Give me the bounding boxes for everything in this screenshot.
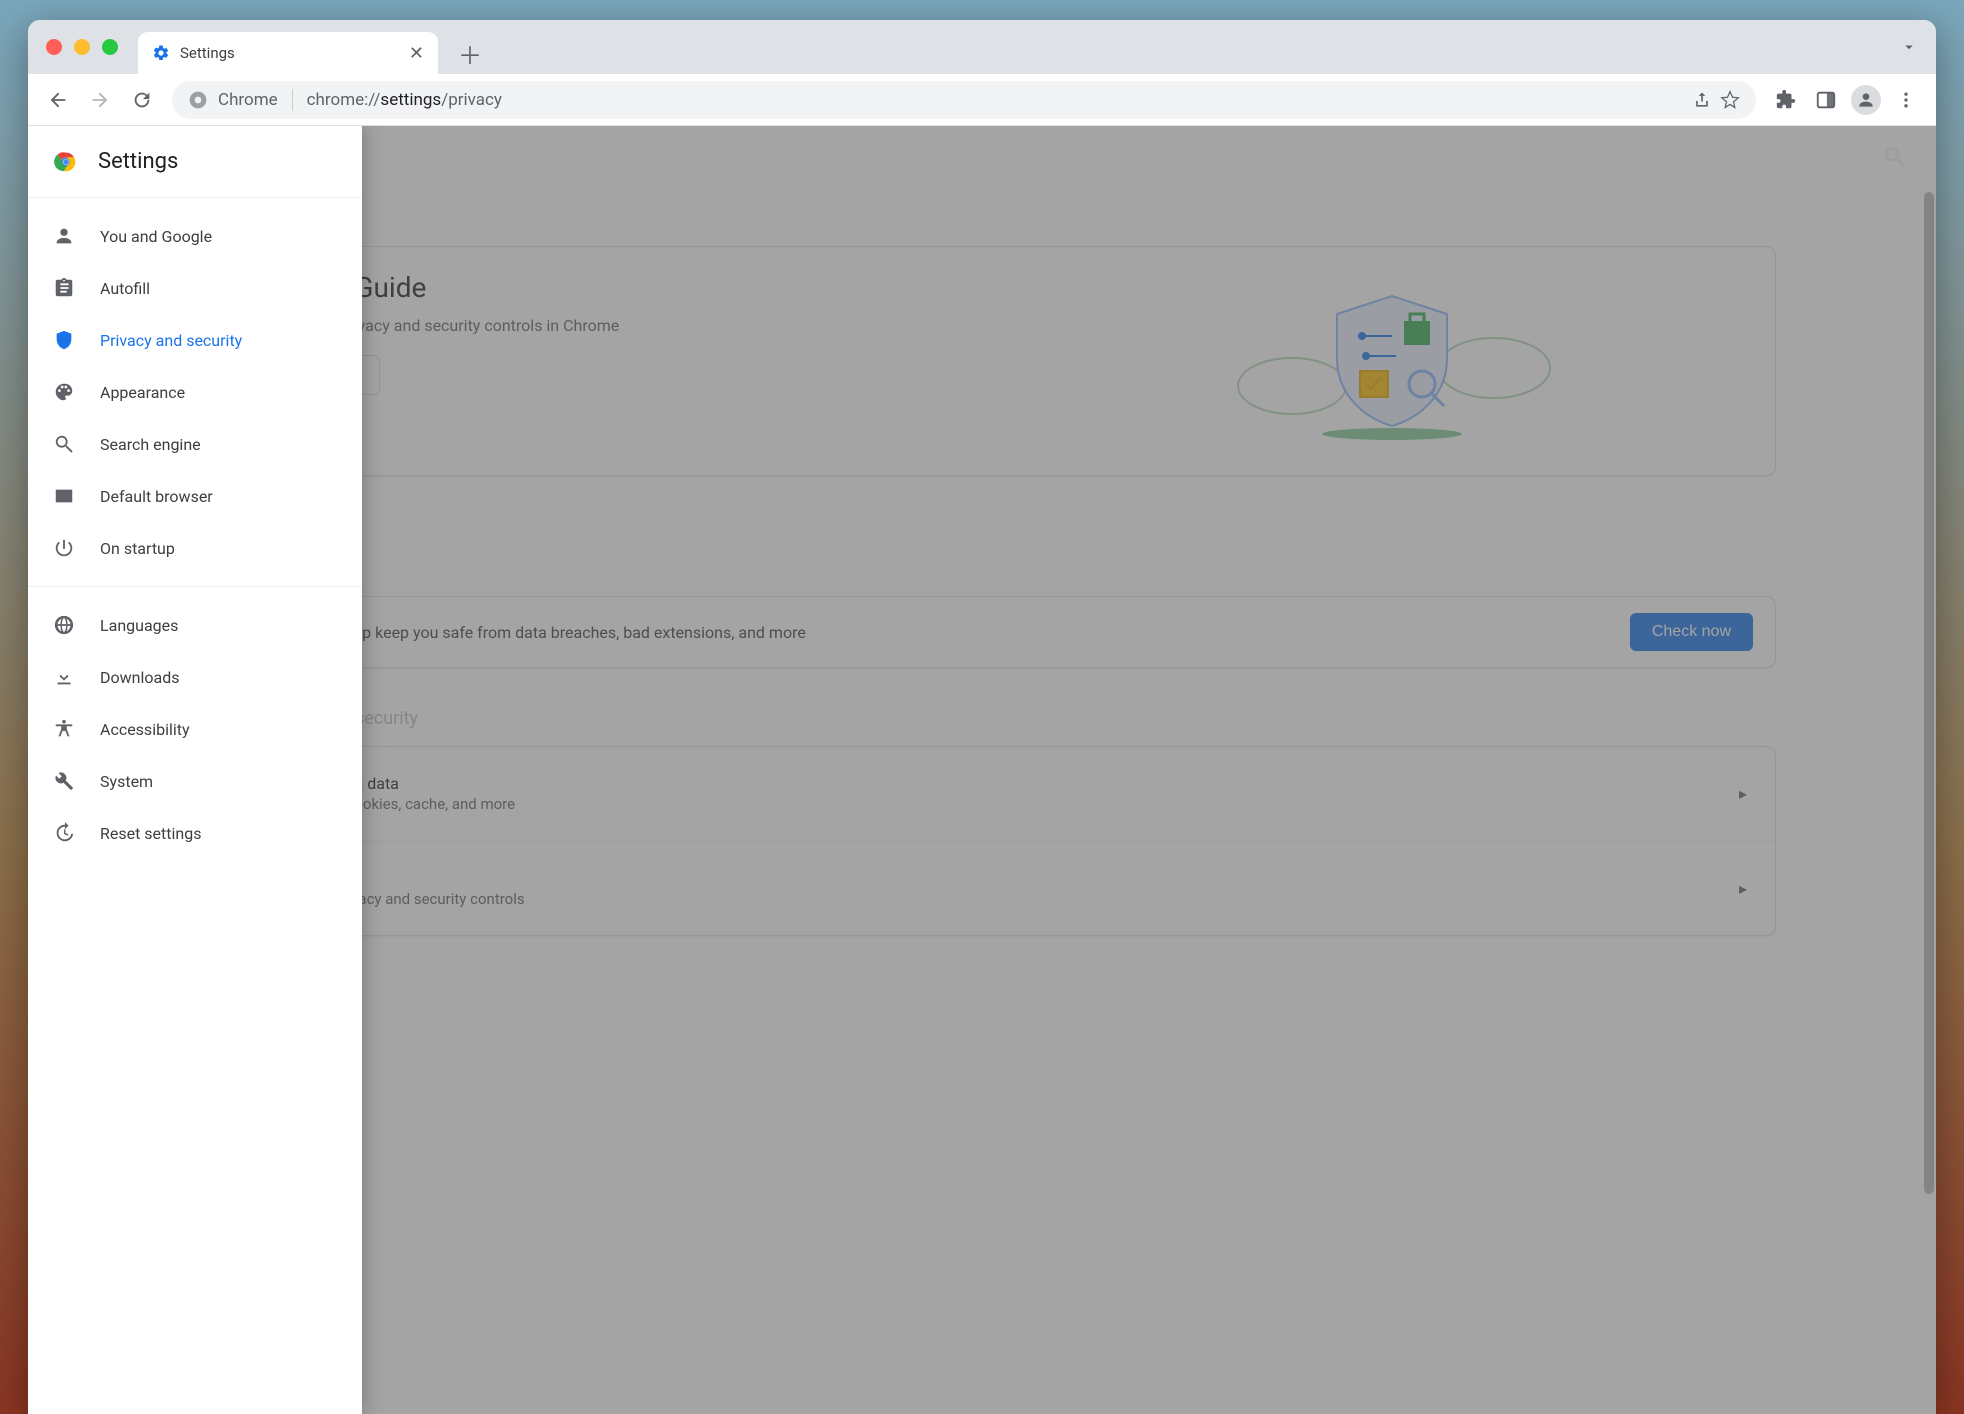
sidebar-item-label: Appearance	[100, 383, 185, 402]
close-tab-icon[interactable]: ✕	[409, 43, 424, 64]
palette-icon	[52, 380, 76, 404]
history-icon	[52, 821, 76, 845]
browser-icon	[52, 484, 76, 508]
site-identity[interactable]: Chrome	[188, 89, 297, 111]
settings-sidebar: Settings You and Google Autofill Privacy a…	[28, 126, 362, 1414]
power-icon	[52, 536, 76, 560]
new-tab-button[interactable]: ＋	[454, 37, 486, 69]
sidebar-item-on-startup[interactable]: On startup	[28, 522, 362, 574]
chrome-logo-icon	[52, 148, 80, 176]
extensions-icon[interactable]	[1768, 82, 1804, 118]
close-window-button[interactable]	[46, 39, 62, 55]
download-icon	[52, 665, 76, 689]
sidebar-item-system[interactable]: System	[28, 755, 362, 807]
wrench-icon	[52, 769, 76, 793]
browser-window: Settings ✕ ＋ Chrome chrome://settings/pr…	[28, 20, 1936, 1414]
person-icon	[52, 224, 76, 248]
share-icon[interactable]	[1692, 90, 1712, 110]
sidebar-header: Settings	[28, 126, 362, 198]
search-icon	[52, 432, 76, 456]
sidebar-title: Settings	[98, 149, 178, 174]
sidebar-item-downloads[interactable]: Downloads	[28, 651, 362, 703]
globe-icon	[52, 613, 76, 637]
chrome-monochrome-icon	[188, 90, 208, 110]
sidebar-item-label: System	[100, 772, 153, 791]
sidebar-item-label: Default browser	[100, 487, 213, 506]
sidebar-item-label: Downloads	[100, 668, 179, 687]
sidebar-item-label: Privacy and security	[100, 331, 242, 350]
sidebar-item-label: Reset settings	[100, 824, 201, 843]
side-panel-icon[interactable]	[1808, 82, 1844, 118]
maximize-window-button[interactable]	[102, 39, 118, 55]
sidebar-item-label: Autofill	[100, 279, 150, 298]
title-bar: Settings ✕ ＋	[28, 20, 1936, 74]
toolbar: Chrome chrome://settings/privacy	[28, 74, 1936, 126]
sidebar-item-privacy[interactable]: Privacy and security	[28, 314, 362, 366]
minimize-window-button[interactable]	[74, 39, 90, 55]
sidebar-item-languages[interactable]: Languages	[28, 599, 362, 651]
sidebar-item-label: Languages	[100, 616, 178, 635]
content-area: Privacy Guide Review key privacy and sec…	[28, 126, 1936, 1414]
forward-button[interactable]	[82, 82, 118, 118]
settings-gear-icon	[152, 44, 170, 62]
sidebar-divider	[28, 586, 362, 587]
sidebar-item-label: Accessibility	[100, 720, 190, 739]
address-bar[interactable]: Chrome chrome://settings/privacy	[172, 81, 1756, 119]
clipboard-icon	[52, 276, 76, 300]
sidebar-item-default-browser[interactable]: Default browser	[28, 470, 362, 522]
sidebar-item-search-engine[interactable]: Search engine	[28, 418, 362, 470]
tabs-dropdown-icon[interactable]	[1900, 38, 1918, 56]
back-button[interactable]	[40, 82, 76, 118]
accessibility-icon	[52, 717, 76, 741]
tab-title: Settings	[180, 44, 399, 62]
window-controls	[46, 39, 118, 55]
sidebar-item-label: You and Google	[100, 227, 212, 246]
sidebar-item-autofill[interactable]: Autofill	[28, 262, 362, 314]
sidebar-item-label: On startup	[100, 539, 175, 558]
shield-icon	[52, 328, 76, 352]
bookmark-star-icon[interactable]	[1720, 90, 1740, 110]
profile-avatar[interactable]	[1848, 82, 1884, 118]
sidebar-item-you-and-google[interactable]: You and Google	[28, 210, 362, 262]
omnibox-separator	[292, 89, 293, 111]
sidebar-item-reset[interactable]: Reset settings	[28, 807, 362, 859]
reload-button[interactable]	[124, 82, 160, 118]
chrome-menu-icon[interactable]	[1888, 82, 1924, 118]
sidebar-item-accessibility[interactable]: Accessibility	[28, 703, 362, 755]
sidebar-list: You and Google Autofill Privacy and securi…	[28, 198, 362, 1414]
browser-tab[interactable]: Settings ✕	[138, 32, 438, 74]
omnibox-scheme-label: Chrome	[218, 90, 278, 110]
sidebar-item-appearance[interactable]: Appearance	[28, 366, 362, 418]
omnibox-url: chrome://settings/privacy	[307, 90, 502, 110]
sidebar-item-label: Search engine	[100, 435, 201, 454]
